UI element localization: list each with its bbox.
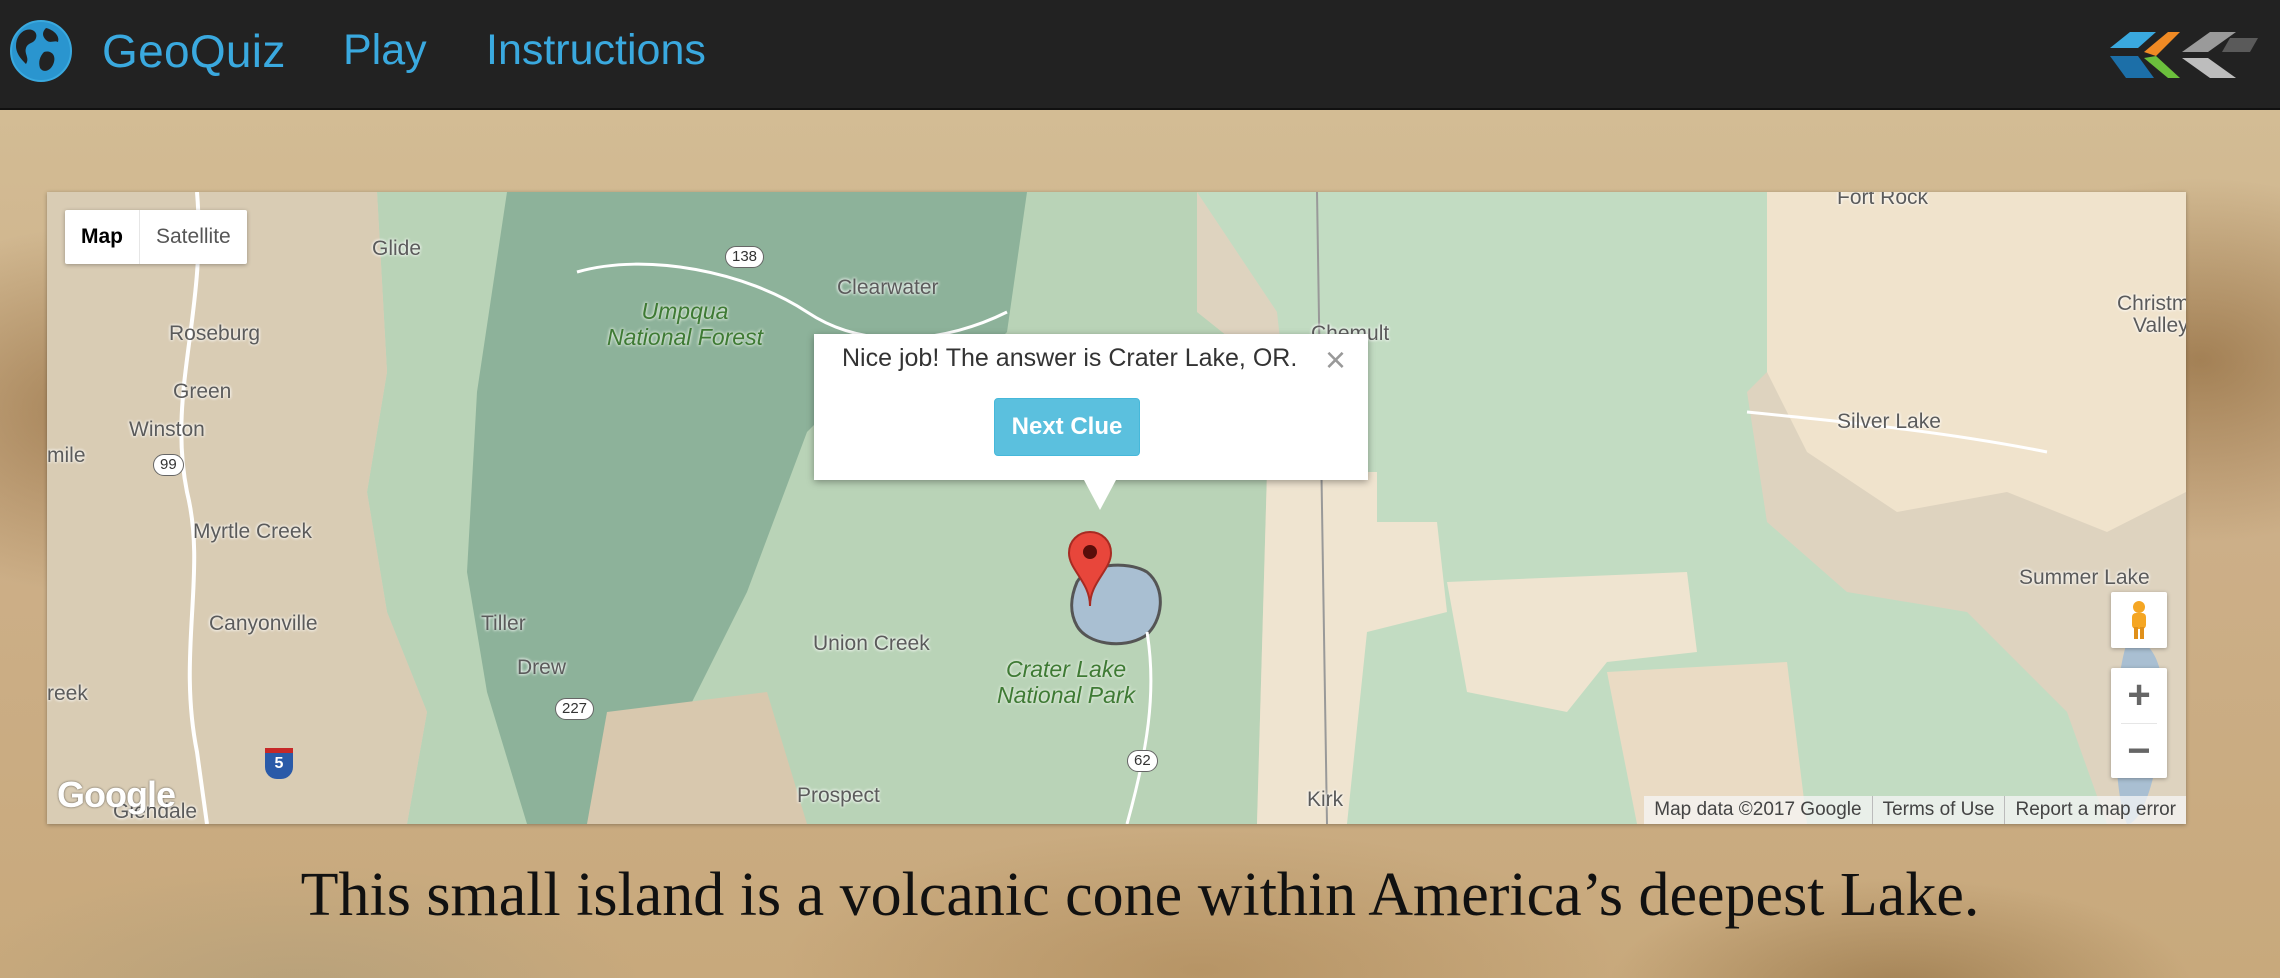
map-label-mile: mile bbox=[47, 444, 86, 467]
map-data-text: Map data ©2017 Google bbox=[1654, 799, 1862, 820]
route-62-shield: 62 bbox=[1127, 750, 1158, 772]
route-227-shield: 227 bbox=[555, 698, 595, 720]
globe-icon bbox=[10, 20, 72, 82]
brand-name: GeoQuiz bbox=[102, 25, 286, 77]
infowindow-close-button[interactable]: × bbox=[1325, 342, 1346, 378]
map-label-glide: Glide bbox=[372, 237, 422, 260]
answer-message: Nice job! The answer is Crater Lake, OR. bbox=[842, 344, 1298, 372]
map-canvas[interactable]: Glide Roseburg Green Winston mile Myrtle… bbox=[47, 192, 2186, 824]
map-label-tiller: Tiller bbox=[481, 612, 526, 635]
map-label-fort-rock: Fort Rock bbox=[1837, 192, 1929, 209]
map-label-myrtle-creek: Myrtle Creek bbox=[193, 520, 313, 543]
map-label-prospect: Prospect bbox=[797, 784, 880, 807]
map-type-control: Map Satellite bbox=[65, 210, 247, 264]
street-view-pegman[interactable] bbox=[2111, 592, 2167, 648]
map-label-roseburg: Roseburg bbox=[169, 322, 261, 345]
pegman-icon bbox=[2132, 601, 2146, 639]
map-label-summer-lake: Summer Lake bbox=[2019, 566, 2150, 589]
map-label-crater-lake-park: Crater Lake National Park bbox=[997, 656, 1135, 708]
interstate-5-shield: 5 bbox=[265, 748, 293, 779]
park-label-line: Crater Lake bbox=[1005, 656, 1127, 682]
map-terrain bbox=[47, 192, 2186, 824]
map-label-union-creek: Union Creek bbox=[813, 632, 930, 655]
map-label-winston: Winston bbox=[129, 418, 205, 441]
map-type-map-button[interactable]: Map bbox=[65, 210, 140, 264]
park-label-line: Umpqua bbox=[641, 298, 729, 324]
interstate-5-label: 5 bbox=[274, 755, 284, 772]
map-label-christmas-valley-2: Valley bbox=[2133, 314, 2186, 337]
map-label-christmas-valley-1: Christm bbox=[2117, 292, 2186, 315]
terms-of-use-link[interactable]: Terms of Use bbox=[1871, 796, 2005, 824]
map-marker-icon[interactable] bbox=[1067, 530, 1113, 608]
map-label-silver-lake: Silver Lake bbox=[1837, 410, 1941, 433]
map-label-drew: Drew bbox=[517, 656, 567, 679]
route-99-shield: 99 bbox=[153, 454, 184, 476]
park-label-line: National Forest bbox=[607, 324, 763, 350]
map-label-clearwater: Clearwater bbox=[837, 276, 939, 299]
next-clue-button[interactable]: Next Clue bbox=[994, 398, 1140, 456]
google-logo: Google bbox=[57, 774, 176, 815]
map-label-green: Green bbox=[173, 380, 232, 403]
zoom-in-button[interactable]: + bbox=[2111, 668, 2167, 723]
brand-link[interactable]: GeoQuiz bbox=[8, 16, 286, 86]
route-138-shield: 138 bbox=[725, 246, 765, 268]
nav-instructions-link[interactable]: Instructions bbox=[486, 24, 706, 76]
report-map-error-link[interactable]: Report a map error bbox=[2004, 796, 2186, 824]
map-label-reek: reek bbox=[47, 682, 88, 705]
zoom-control: + − bbox=[2111, 668, 2167, 778]
answer-infowindow: Nice job! The answer is Crater Lake, OR.… bbox=[814, 334, 1368, 510]
map-type-satellite-button[interactable]: Satellite bbox=[140, 210, 247, 264]
navbar: GeoQuiz Play Instructions bbox=[0, 0, 2280, 110]
map-label-kirk: Kirk bbox=[1307, 788, 1344, 811]
brand-logo-icon bbox=[2110, 32, 2258, 78]
map-attribution: Map data ©2017 Google Terms of Use Repor… bbox=[1644, 796, 2186, 824]
park-label-line: National Park bbox=[997, 682, 1136, 708]
nav-play-link[interactable]: Play bbox=[343, 24, 427, 76]
clue-text: This small island is a volcanic cone wit… bbox=[300, 861, 1980, 929]
map-label-canyonville: Canyonville bbox=[209, 612, 318, 635]
map-label-umpqua-forest: Umpqua National Forest bbox=[607, 298, 763, 350]
zoom-out-button[interactable]: − bbox=[2111, 724, 2167, 779]
